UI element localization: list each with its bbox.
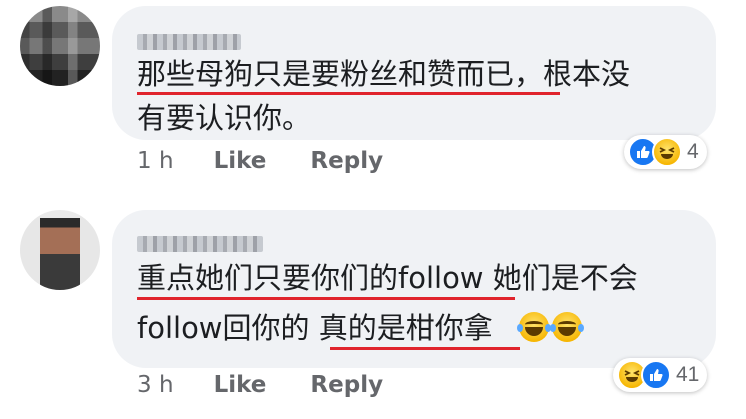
comment-text-line: 有要认识你。 bbox=[137, 101, 312, 135]
timestamp[interactable]: 1 h bbox=[137, 148, 174, 174]
comment-thread: 那些母狗只是要粉丝和赞而已，根本没 有要认识你。 4 1 h Like Repl… bbox=[0, 0, 746, 419]
avatar[interactable] bbox=[20, 210, 100, 290]
red-underline-annotation bbox=[137, 297, 515, 300]
reaction-summary[interactable]: 41 bbox=[613, 358, 708, 392]
reaction-count: 41 bbox=[676, 363, 700, 386]
comment-text-segment: follow回你的 真的是柑你拿 bbox=[137, 311, 493, 345]
haha-icon bbox=[652, 137, 682, 167]
red-underline-annotation bbox=[137, 92, 560, 95]
like-button[interactable]: Like bbox=[214, 372, 267, 398]
timestamp[interactable]: 3 h bbox=[137, 372, 174, 398]
commenter-name-blurred[interactable] bbox=[137, 34, 241, 50]
avatar[interactable] bbox=[20, 6, 100, 86]
tears-of-joy-emoji-icon bbox=[517, 312, 552, 342]
comment-meta: 1 h Like Reply bbox=[137, 148, 383, 174]
reply-button[interactable]: Reply bbox=[310, 148, 383, 174]
commenter-name-blurred[interactable] bbox=[137, 236, 263, 252]
tears-of-joy-emoji-icon bbox=[550, 312, 585, 342]
like-icon bbox=[641, 360, 671, 390]
comment-text-line: follow回你的 真的是柑你拿 bbox=[137, 306, 585, 350]
like-button[interactable]: Like bbox=[214, 148, 267, 174]
comment-meta: 3 h Like Reply bbox=[137, 372, 383, 398]
red-underline-annotation bbox=[330, 347, 520, 350]
reply-button[interactable]: Reply bbox=[310, 372, 383, 398]
reaction-summary[interactable]: 4 bbox=[624, 135, 707, 169]
comment-text-line: 重点她们只要你们的follow 她们是不会 bbox=[137, 261, 638, 295]
reaction-count: 4 bbox=[687, 140, 699, 163]
comment-text-line: 那些母狗只是要粉丝和赞而已，根本没 bbox=[137, 57, 631, 91]
